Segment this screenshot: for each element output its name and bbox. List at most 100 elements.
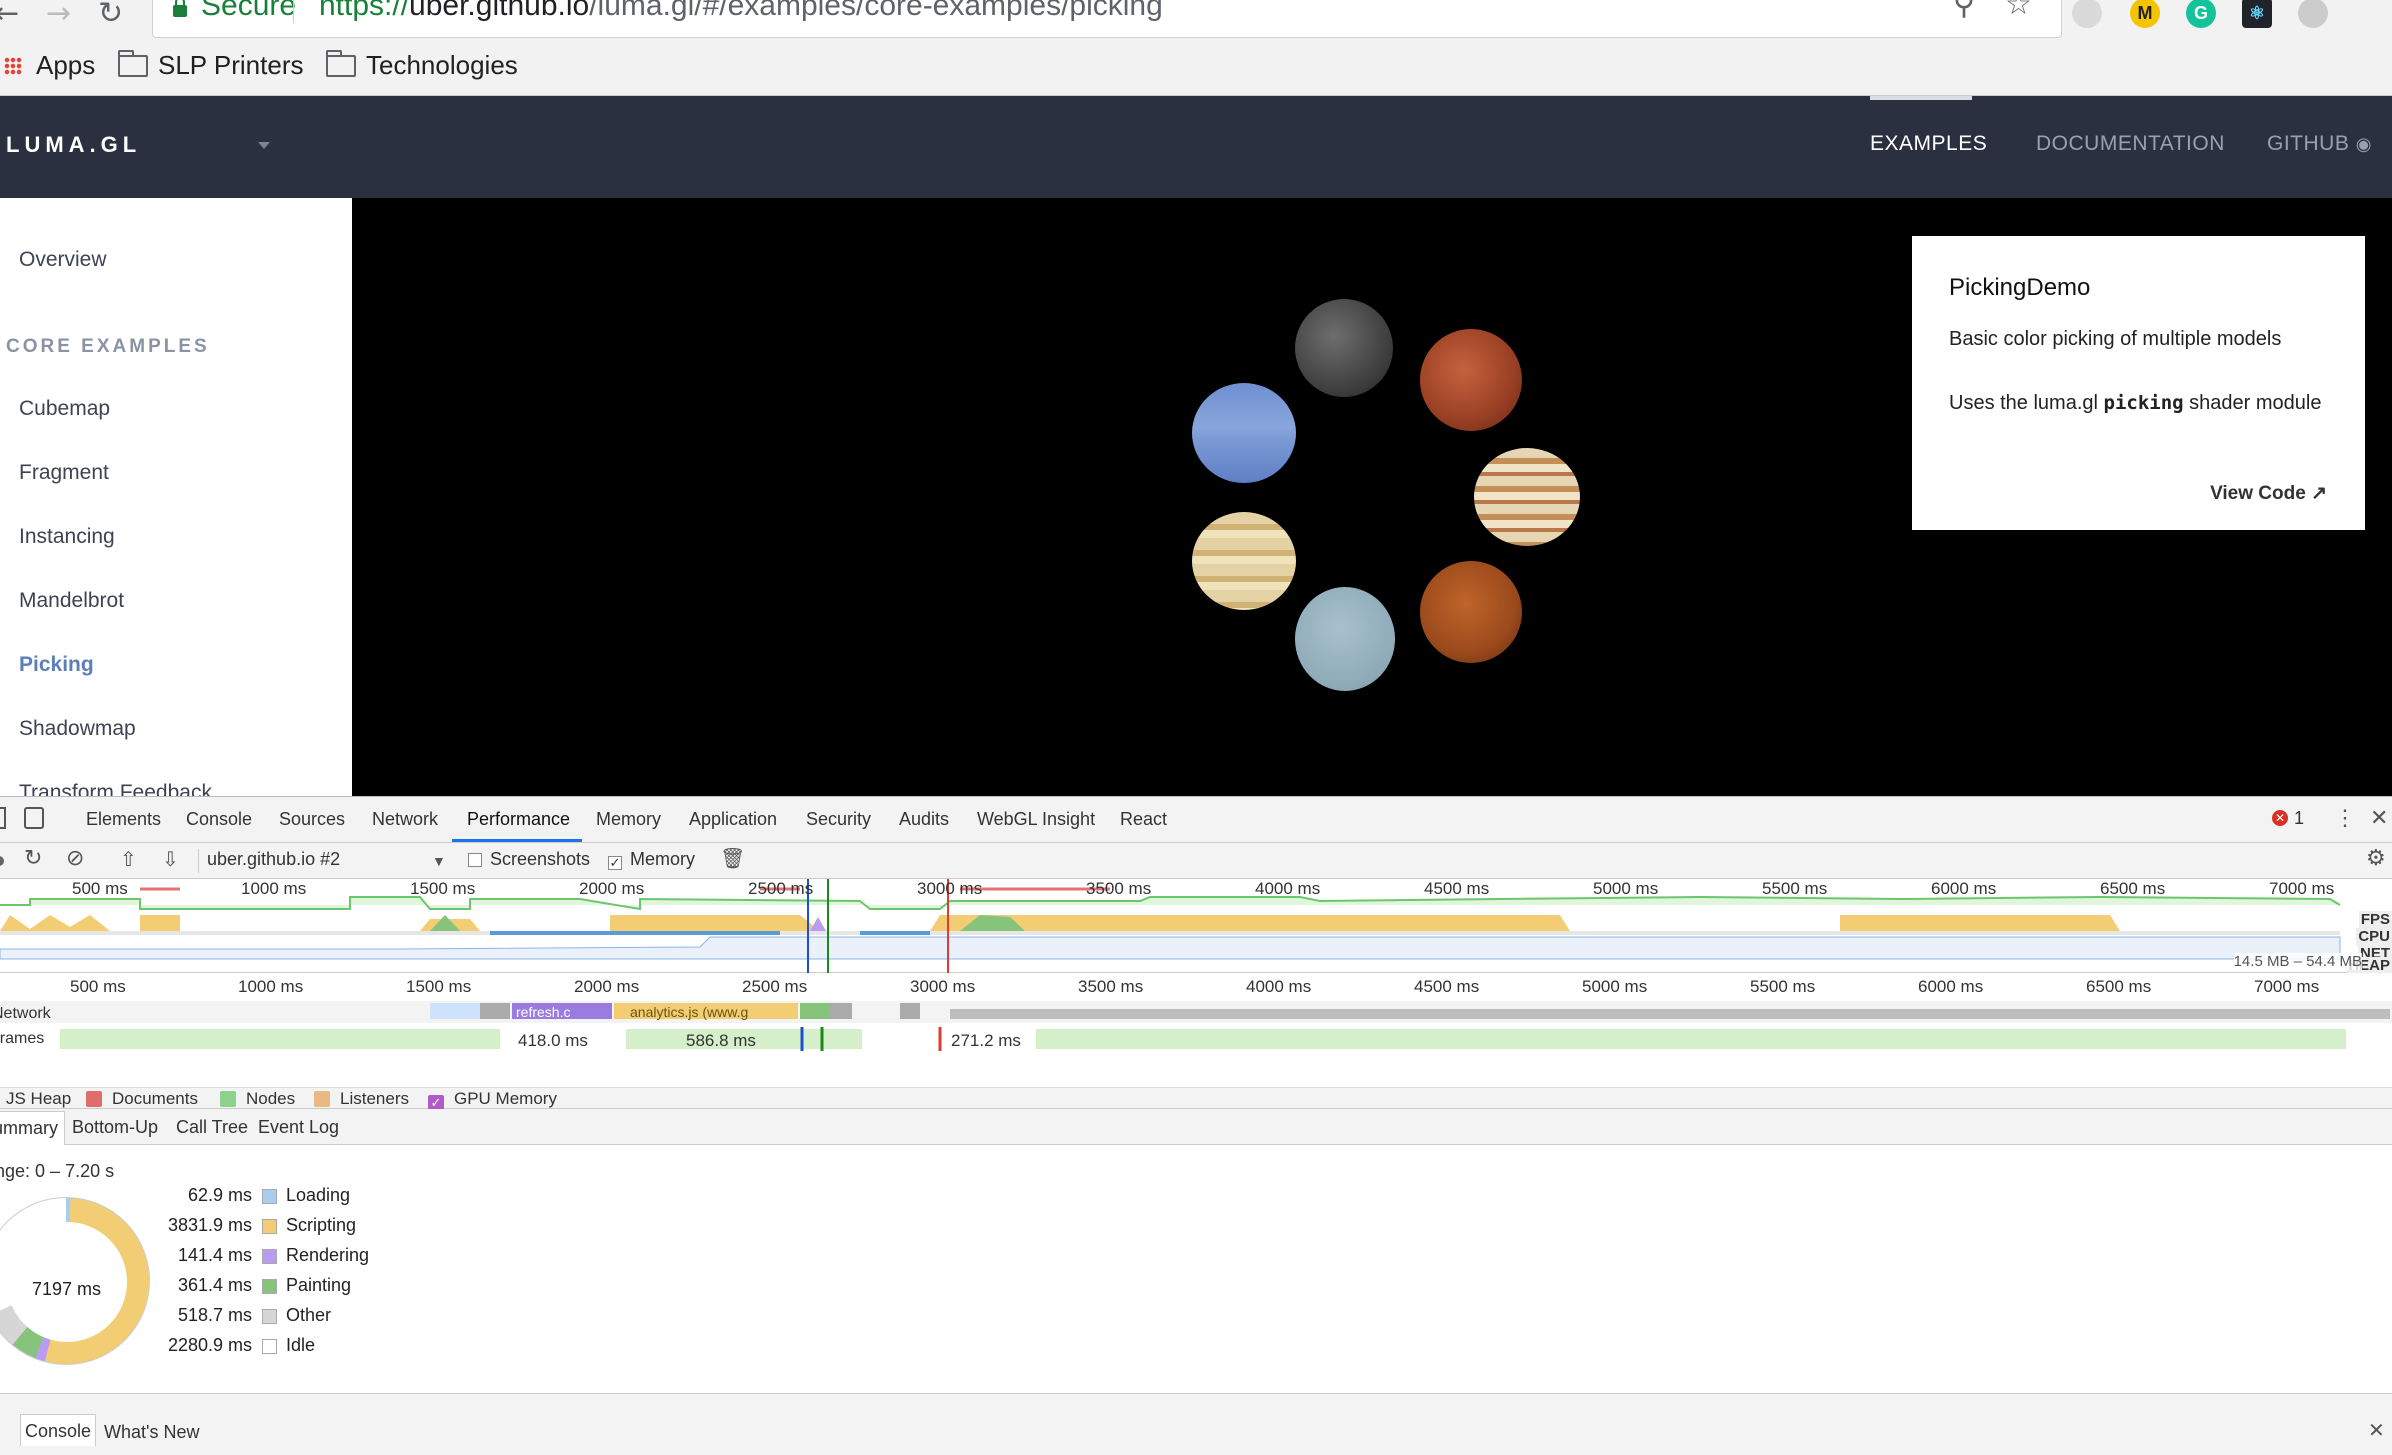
back-icon[interactable]: ← xyxy=(0,0,19,31)
planet-mars[interactable] xyxy=(1420,329,1522,431)
summary-label: Idle xyxy=(286,1335,316,1355)
load-profile-icon[interactable]: ⇧ xyxy=(120,847,137,872)
address-bar[interactable]: Secure https://uber.github.io/luma.gl/#/… xyxy=(152,0,2062,38)
planet-neptune[interactable] xyxy=(1192,383,1296,483)
tab-elements[interactable]: Elements xyxy=(86,809,161,830)
site-logo[interactable]: LUMA.GL xyxy=(6,132,141,158)
screenshots-checkbox[interactable] xyxy=(468,853,482,867)
tab-security[interactable]: Security xyxy=(806,809,871,830)
sidebar-item-fragment[interactable]: Fragment xyxy=(19,461,109,485)
drawer-tab-whats-new[interactable]: What's New xyxy=(104,1422,199,1443)
tab-sources[interactable]: Sources xyxy=(279,809,345,830)
tab-network[interactable]: Network xyxy=(372,809,438,830)
legend-nodes[interactable]: Nodes xyxy=(220,1089,295,1109)
error-icon[interactable]: ✕ xyxy=(2272,810,2288,826)
frame-time[interactable]: 586.8 ms xyxy=(686,1031,756,1051)
legend-documents[interactable]: Documents xyxy=(86,1089,198,1109)
network-item-refresh[interactable]: refresh.c xyxy=(516,1004,570,1020)
planet-uranus[interactable] xyxy=(1295,587,1395,691)
forward-icon[interactable]: → xyxy=(46,0,71,31)
extension-gray-icon[interactable] xyxy=(2298,0,2328,28)
subtab-call-tree[interactable]: Call Tree xyxy=(176,1117,248,1138)
extension-m-icon[interactable]: M xyxy=(2130,0,2160,28)
tab-performance[interactable]: Performance xyxy=(467,809,570,830)
reload-icon[interactable]: ↻ xyxy=(98,0,123,31)
chevron-down-icon[interactable] xyxy=(258,142,270,149)
summary-range: Range: 0 – 7.20 s xyxy=(0,1161,115,1181)
reload-profile-icon[interactable]: ↻ xyxy=(24,845,42,871)
bookmark-star-icon[interactable]: ☆ xyxy=(2005,0,2032,22)
bookmark-slp-printers[interactable]: SLP Printers xyxy=(118,50,303,81)
close-devtools-icon[interactable]: ✕ xyxy=(2370,805,2388,831)
memory-checkbox[interactable]: ✓ xyxy=(608,856,622,870)
network-request-long xyxy=(950,1009,2390,1019)
zoom-icon[interactable]: ⚲ xyxy=(1953,0,1975,22)
summary-row: 141.4 ms Rendering xyxy=(100,1245,400,1266)
url-host: uber.github.io xyxy=(409,0,590,22)
grammarly-icon[interactable]: G xyxy=(2186,0,2216,28)
view-code-link[interactable]: View Code ↗ xyxy=(2210,482,2327,505)
nav-examples[interactable]: EXAMPLES xyxy=(1870,132,1987,156)
nav-github[interactable]: GITHUB ◉ xyxy=(2267,132,2372,156)
subtab-event-log[interactable]: Event Log xyxy=(258,1117,339,1138)
tab-audits[interactable]: Audits xyxy=(899,809,949,830)
planet-mercury[interactable] xyxy=(1295,299,1393,397)
timeline-overview[interactable]: 500 ms 1000 ms 1500 ms 2000 ms 2500 ms 3000 m… xyxy=(0,879,2392,974)
profile-select[interactable]: uber.github.io #2 xyxy=(207,849,340,870)
network-item-analytics[interactable]: analytics.js (www.g xyxy=(630,1004,748,1020)
clear-icon[interactable]: ⊘ xyxy=(66,845,84,871)
close-drawer-icon[interactable]: ✕ xyxy=(2368,1418,2385,1443)
save-profile-icon[interactable]: ⇩ xyxy=(162,847,179,872)
sidebar-item-overview[interactable]: Overview xyxy=(19,248,107,272)
frames-track-label[interactable]: Frames xyxy=(0,1030,44,1048)
frame-bar xyxy=(1036,1029,2346,1049)
error-count[interactable]: 1 xyxy=(2294,808,2304,829)
sidebar-item-mandelbrot[interactable]: Mandelbrot xyxy=(19,589,124,613)
performance-toolbar: ↻ ⊘ ⇧ ⇩ uber.github.io #2 ▼ Screenshots … xyxy=(0,843,2392,879)
subtab-summary[interactable]: Summary xyxy=(0,1111,66,1145)
frame-time[interactable]: 418.0 ms xyxy=(518,1031,588,1051)
drawer-tab-console[interactable]: Console xyxy=(20,1414,97,1446)
sidebar-item-instancing[interactable]: Instancing xyxy=(19,525,115,549)
nav-documentation[interactable]: DOCUMENTATION xyxy=(2036,132,2225,156)
screenshots-toggle[interactable]: Screenshots xyxy=(468,849,590,870)
inspect-element-icon[interactable] xyxy=(0,807,6,829)
device-toolbar-icon[interactable] xyxy=(24,807,44,829)
legend-js-heap[interactable]: JS Heap xyxy=(6,1089,71,1109)
tab-webgl-insight[interactable]: WebGL Insight xyxy=(977,809,1095,830)
gear-icon[interactable]: ⚙ xyxy=(2366,845,2386,871)
planet-venus[interactable] xyxy=(1420,561,1522,663)
network-request xyxy=(430,1003,480,1019)
chevron-down-icon[interactable]: ▼ xyxy=(432,853,446,869)
extension-shield-icon[interactable] xyxy=(2072,0,2102,28)
network-track-label[interactable]: Network xyxy=(0,1005,51,1023)
memory-toggle[interactable]: ✓ Memory xyxy=(608,849,695,870)
sidebar-item-transform-feedback[interactable]: Transform Feedback xyxy=(19,781,212,796)
tab-console[interactable]: Console xyxy=(186,809,252,830)
bookmark-apps-label: Apps xyxy=(36,50,96,80)
tab-memory[interactable]: Memory xyxy=(596,809,661,830)
url-text[interactable]: https://uber.github.io/luma.gl/#/example… xyxy=(319,0,1163,23)
react-devtools-icon[interactable]: ⚛ xyxy=(2242,0,2272,28)
frame-time[interactable]: 271.2 ms xyxy=(951,1031,1021,1051)
planet-saturn[interactable] xyxy=(1192,512,1296,610)
planet-jupiter[interactable] xyxy=(1474,448,1580,546)
legend-nodes-label: Nodes xyxy=(246,1089,296,1108)
overview-graph xyxy=(0,879,2341,973)
sidebar-item-cubemap[interactable]: Cubemap xyxy=(19,397,110,421)
subtab-bottom-up[interactable]: Bottom-Up xyxy=(72,1117,158,1138)
bookmark-apps[interactable]: Apps xyxy=(4,50,95,81)
tab-react[interactable]: React xyxy=(1120,809,1167,830)
record-icon[interactable] xyxy=(0,856,4,866)
timeline-tick-label: 2000 ms xyxy=(574,977,640,996)
bookmark-technologies[interactable]: Technologies xyxy=(326,50,518,81)
sidebar-item-shadowmap[interactable]: Shadowmap xyxy=(19,717,136,741)
trash-icon[interactable]: 🗑 xyxy=(720,846,745,871)
sidebar-item-picking[interactable]: Picking xyxy=(19,653,94,677)
legend-gpu-memory[interactable]: ✓ GPU Memory xyxy=(428,1089,557,1111)
more-options-icon[interactable]: ⋮ xyxy=(2334,805,2356,831)
legend-listeners[interactable]: Listeners xyxy=(314,1089,409,1109)
legend-swatch xyxy=(314,1091,330,1107)
timeline-flamechart[interactable]: 500 ms 1000 ms 1500 ms 2000 ms 2500 ms 3000 m… xyxy=(0,973,2392,1069)
tab-application[interactable]: Application xyxy=(689,809,777,830)
